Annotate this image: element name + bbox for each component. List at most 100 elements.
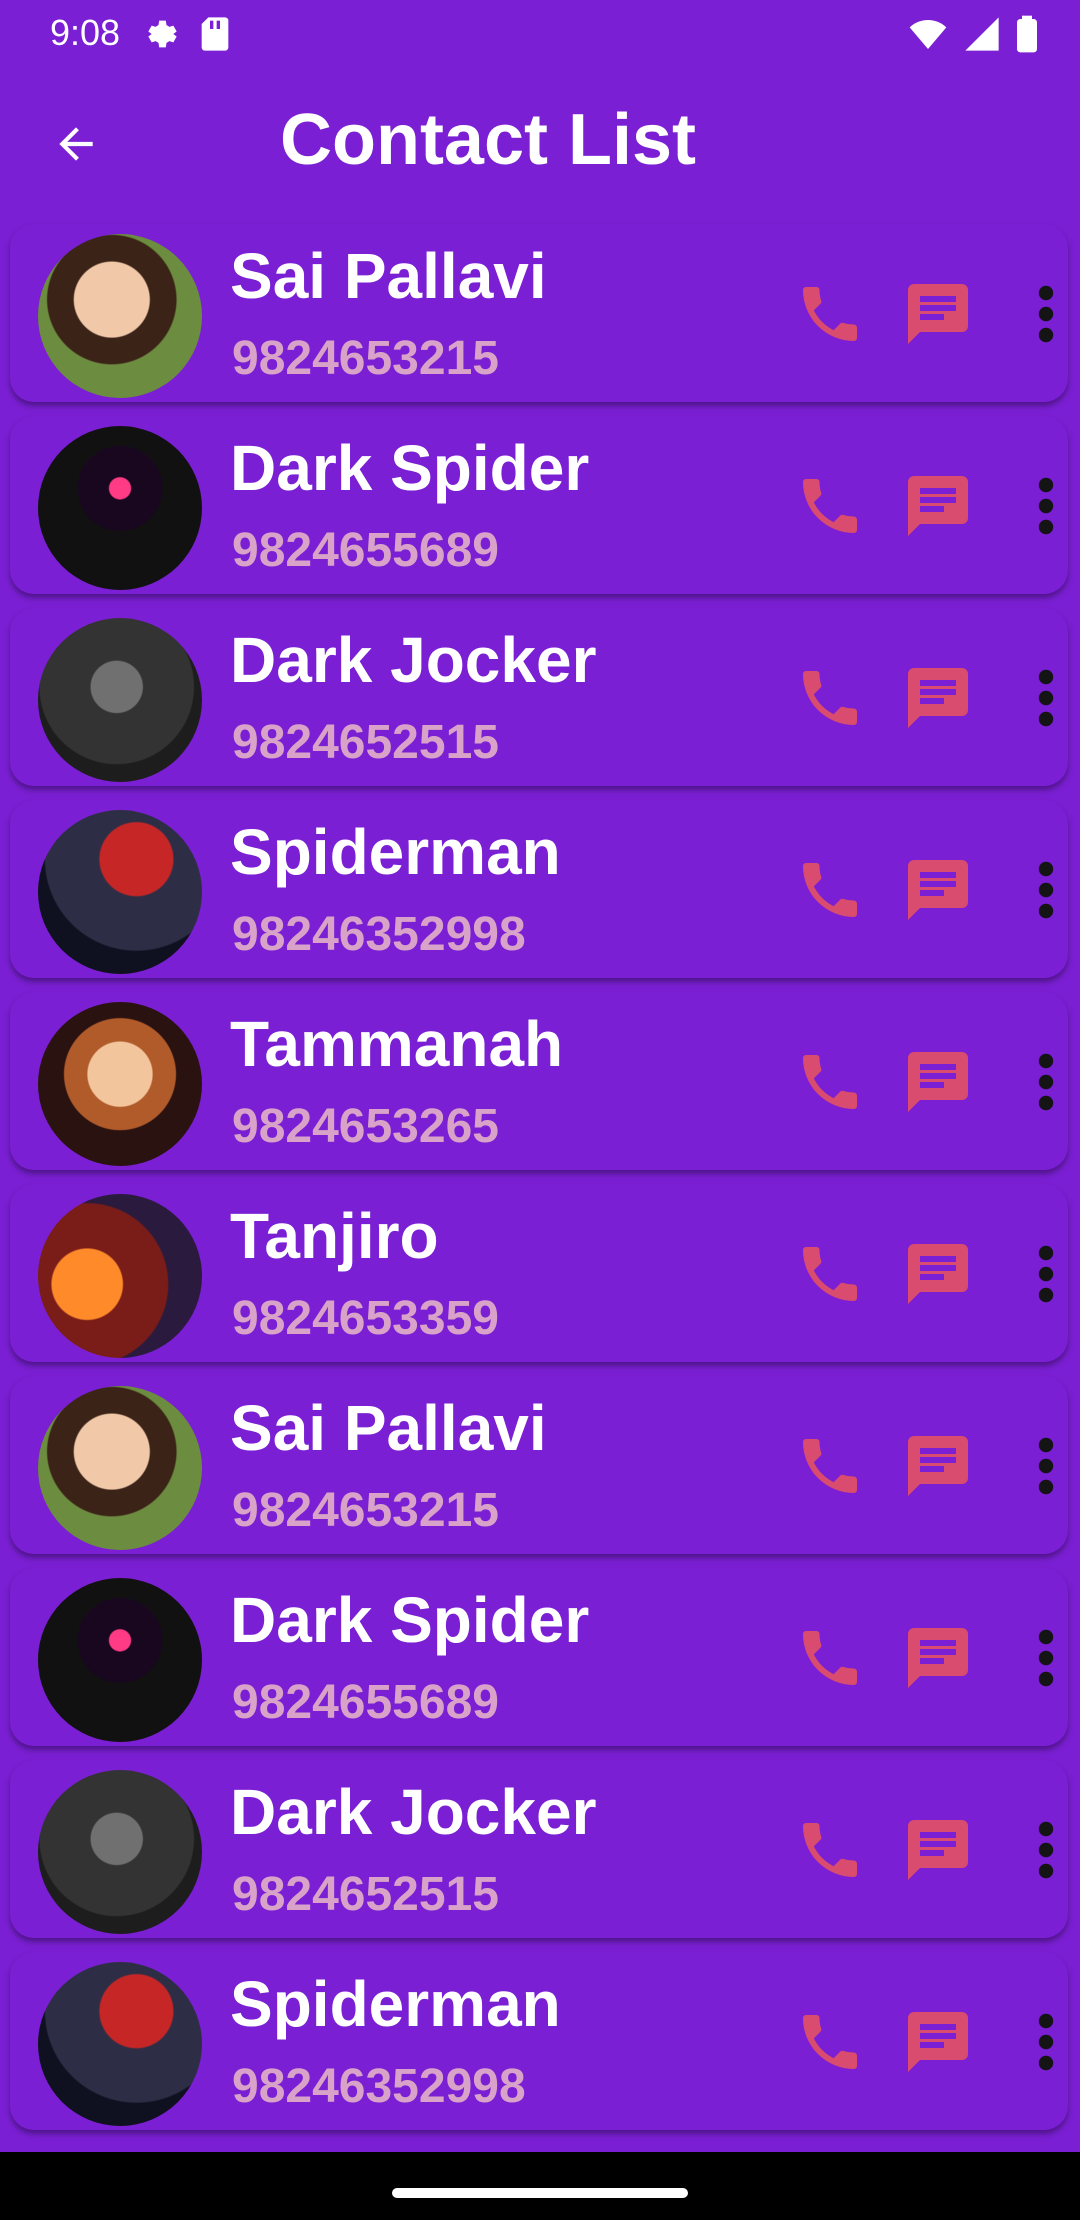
contact-name: Spiderman xyxy=(230,816,561,888)
message-button[interactable] xyxy=(902,1622,974,1694)
more-options-button[interactable] xyxy=(1020,2006,1072,2078)
contact-phone: 98246352998 xyxy=(232,908,526,961)
message-icon xyxy=(902,278,974,350)
more-vert-icon xyxy=(1020,2006,1072,2078)
message-icon xyxy=(902,1814,974,1886)
phone-icon xyxy=(794,1238,866,1310)
contact-name: Sai Pallavi xyxy=(230,240,547,312)
phone-icon xyxy=(794,1814,866,1886)
arrow-back-icon xyxy=(51,119,101,169)
more-vert-icon xyxy=(1020,854,1072,926)
contact-card[interactable]: Dark Spider 9824655689 xyxy=(10,416,1068,594)
avatar xyxy=(38,1770,202,1934)
more-options-button[interactable] xyxy=(1020,1238,1072,1310)
app-bar: Contact List xyxy=(0,66,1080,220)
contact-name: Tanjiro xyxy=(230,1200,439,1272)
message-button[interactable] xyxy=(902,1430,974,1502)
contact-list: Sai Pallavi 9824653215 Dark Spider 98246556… xyxy=(0,224,1080,2144)
contact-phone: 9824653215 xyxy=(232,1484,499,1537)
message-button[interactable] xyxy=(902,2006,974,2078)
phone-icon xyxy=(794,1430,866,1502)
contact-card[interactable]: Dark Spider 9824655689 xyxy=(10,1568,1068,1746)
status-right-icons xyxy=(906,14,1040,54)
message-icon xyxy=(902,470,974,542)
contact-phone: 9824653265 xyxy=(232,1100,499,1153)
message-button[interactable] xyxy=(902,1814,974,1886)
phone-icon xyxy=(794,854,866,926)
avatar xyxy=(38,1578,202,1742)
more-options-button[interactable] xyxy=(1020,1814,1072,1886)
avatar xyxy=(38,1002,202,1166)
contact-card[interactable]: Sai Pallavi 9824653215 xyxy=(10,224,1068,402)
contact-card[interactable]: Spiderman 98246352998 xyxy=(10,800,1068,978)
call-button[interactable] xyxy=(794,1622,866,1694)
phone-icon xyxy=(794,1046,866,1118)
call-button[interactable] xyxy=(794,662,866,734)
avatar xyxy=(38,426,202,590)
message-button[interactable] xyxy=(902,1046,974,1118)
contact-name: Dark Spider xyxy=(230,432,590,504)
contact-card[interactable]: Sai Pallavi 9824653215 xyxy=(10,1376,1068,1554)
navigation-bar xyxy=(0,2152,1080,2220)
message-icon xyxy=(902,1622,974,1694)
more-vert-icon xyxy=(1020,1814,1072,1886)
more-options-button[interactable] xyxy=(1020,278,1072,350)
status-time: 9:08 xyxy=(50,12,121,53)
avatar xyxy=(38,1962,202,2126)
message-icon xyxy=(902,1046,974,1118)
back-button[interactable] xyxy=(44,112,108,176)
contact-phone: 9824655689 xyxy=(232,1676,499,1729)
call-button[interactable] xyxy=(794,1238,866,1310)
more-vert-icon xyxy=(1020,278,1072,350)
more-vert-icon xyxy=(1020,1238,1072,1310)
message-button[interactable] xyxy=(902,470,974,542)
more-options-button[interactable] xyxy=(1020,1046,1072,1118)
contact-card[interactable]: Spiderman 98246352998 xyxy=(10,1952,1068,2130)
call-button[interactable] xyxy=(794,1430,866,1502)
contact-phone: 9824655689 xyxy=(232,524,499,577)
message-icon xyxy=(902,1238,974,1310)
message-button[interactable] xyxy=(902,278,974,350)
contact-card[interactable]: Tanjiro 9824653359 xyxy=(10,1184,1068,1362)
contact-name: Dark Jocker xyxy=(230,624,597,696)
call-button[interactable] xyxy=(794,1046,866,1118)
call-button[interactable] xyxy=(794,854,866,926)
message-icon xyxy=(902,854,974,926)
more-options-button[interactable] xyxy=(1020,1430,1072,1502)
message-button[interactable] xyxy=(902,662,974,734)
contact-phone: 9824652515 xyxy=(232,1868,499,1921)
phone-icon xyxy=(794,278,866,350)
contact-phone: 9824652515 xyxy=(232,716,499,769)
wifi-icon xyxy=(906,14,950,54)
page-title: Contact List xyxy=(280,100,697,180)
contact-name: Spiderman xyxy=(230,1968,561,2040)
more-options-button[interactable] xyxy=(1020,470,1072,542)
phone-icon xyxy=(794,662,866,734)
contact-card[interactable]: Tammanah 9824653265 xyxy=(10,992,1068,1170)
contact-phone: 9824653215 xyxy=(232,332,499,385)
message-icon xyxy=(902,1430,974,1502)
home-indicator[interactable] xyxy=(392,2188,688,2198)
message-button[interactable] xyxy=(902,1238,974,1310)
more-options-button[interactable] xyxy=(1020,662,1072,734)
call-button[interactable] xyxy=(794,470,866,542)
phone-icon xyxy=(794,470,866,542)
message-icon xyxy=(902,2006,974,2078)
contact-card[interactable]: Dark Jocker 9824652515 xyxy=(10,608,1068,786)
more-options-button[interactable] xyxy=(1020,1622,1072,1694)
settings-icon xyxy=(140,14,180,54)
avatar xyxy=(38,810,202,974)
battery-icon xyxy=(1014,14,1040,54)
call-button[interactable] xyxy=(794,278,866,350)
call-button[interactable] xyxy=(794,2006,866,2078)
avatar xyxy=(38,234,202,398)
more-options-button[interactable] xyxy=(1020,854,1072,926)
message-icon xyxy=(902,662,974,734)
contact-card[interactable]: Dark Jocker 9824652515 xyxy=(10,1760,1068,1938)
call-button[interactable] xyxy=(794,1814,866,1886)
more-vert-icon xyxy=(1020,1430,1072,1502)
contact-name: Dark Spider xyxy=(230,1584,590,1656)
contact-name: Dark Jocker xyxy=(230,1776,597,1848)
message-button[interactable] xyxy=(902,854,974,926)
avatar xyxy=(38,618,202,782)
